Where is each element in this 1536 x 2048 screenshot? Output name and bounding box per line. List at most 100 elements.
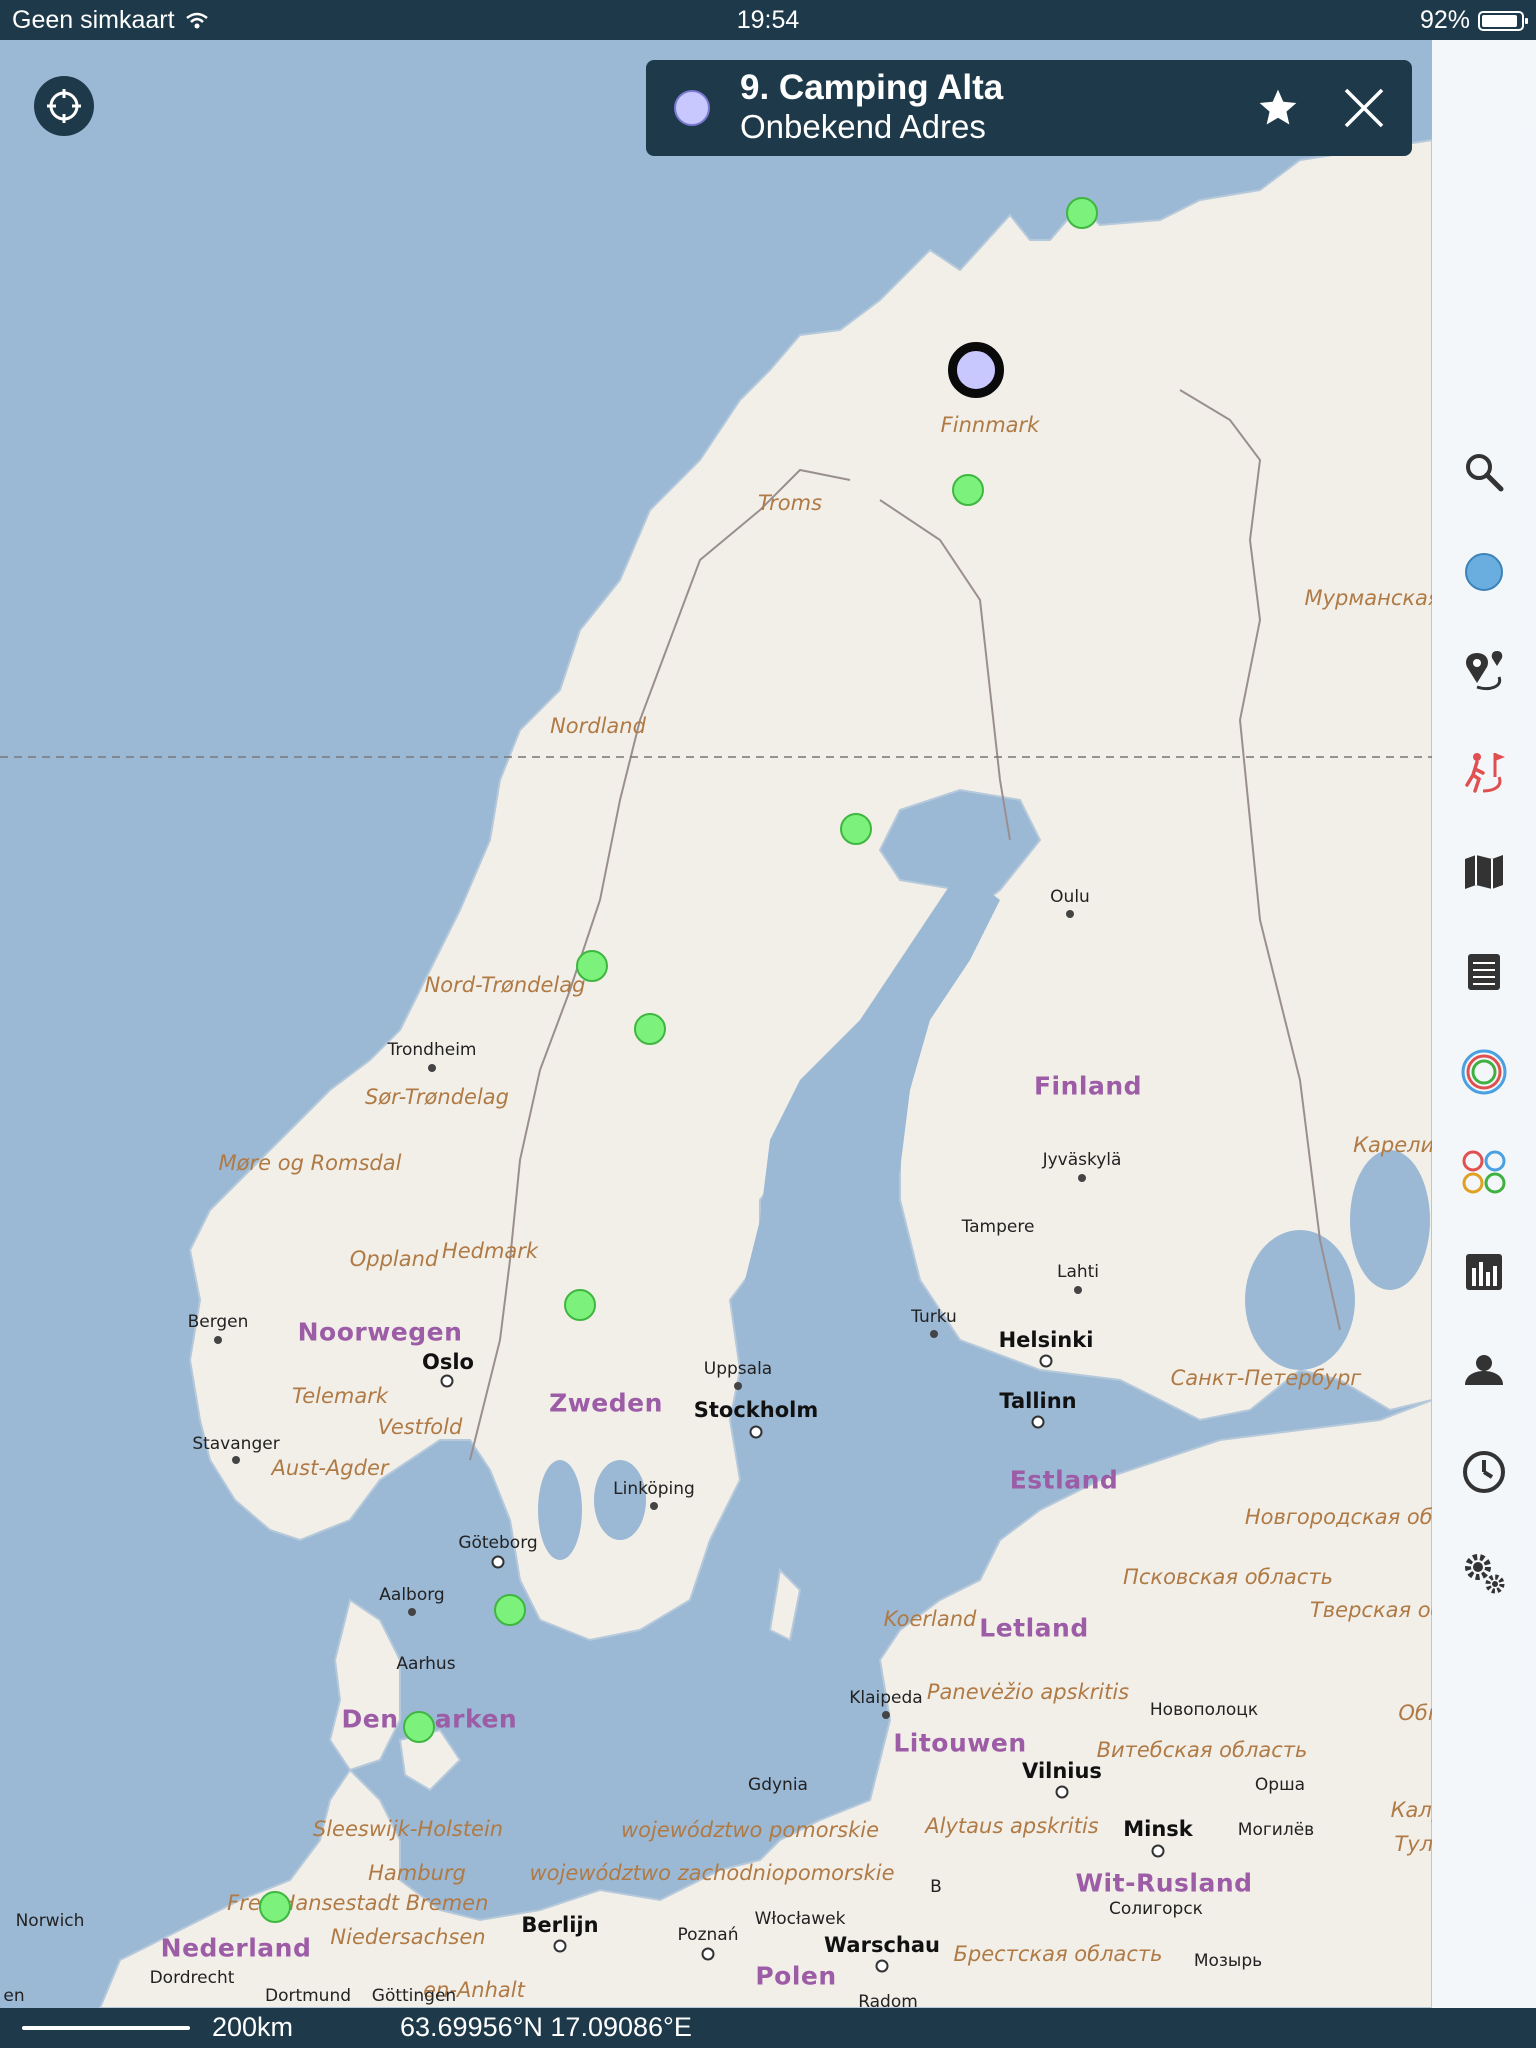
city-label: Göttingen: [371, 1986, 457, 2006]
capital-label: Minsk: [1123, 1817, 1193, 1841]
camping-marker[interactable]: [576, 950, 608, 982]
settings-button[interactable]: [1452, 1540, 1516, 1604]
battery-percent: 92%: [1419, 6, 1470, 34]
city-label: Gdynia: [748, 1775, 808, 1795]
city-label: Могилёв: [1237, 1820, 1315, 1840]
city-label: Włocławek: [754, 1909, 846, 1929]
poi-address: Onbekend Adres: [740, 108, 986, 145]
camping-marker-selected[interactable]: [948, 342, 1004, 398]
route-points-button[interactable]: [1452, 640, 1516, 704]
region-label: Panevėžio apskritis: [926, 1680, 1130, 1704]
city-label: Aarhus: [396, 1654, 456, 1674]
region-label: Alytaus apskritis: [925, 1814, 1099, 1838]
capital-dot: [491, 1555, 505, 1569]
city-label: Aalborg: [379, 1585, 445, 1605]
settings-icon: [1465, 1554, 1505, 1594]
locate-button[interactable]: [34, 76, 94, 136]
capital-dot: [553, 1939, 567, 1953]
camping-marker[interactable]: [840, 813, 872, 845]
region-label: Nordland: [550, 714, 646, 738]
country-label: Wit-Rusland: [1075, 1868, 1253, 1898]
region-label: Тверская область: [1309, 1598, 1432, 1622]
current-location-button[interactable]: [1452, 540, 1516, 604]
clock-icon: [1463, 1451, 1505, 1493]
region-label: Nord-Trøndelag: [424, 973, 586, 997]
city-dot: [1078, 1174, 1086, 1182]
location-dot-icon: [1465, 553, 1503, 591]
poi-info-card[interactable]: 9. Camping Alta Onbekend Adres: [646, 60, 1412, 156]
camping-marker[interactable]: [952, 474, 984, 506]
city-label: Солигорск: [1109, 1899, 1203, 1919]
capital-dot: [1151, 1844, 1165, 1858]
region-label: Vestfold: [377, 1415, 463, 1439]
city-label: Göteborg: [458, 1533, 538, 1553]
map-button[interactable]: [1452, 840, 1516, 904]
capital-dot: [749, 1425, 763, 1439]
region-label: Карелия: [1353, 1133, 1432, 1157]
region-label: Мурманская область: [1304, 586, 1432, 610]
hiking-icon: [1465, 753, 1505, 793]
list-icon: [1468, 954, 1500, 990]
close-icon: [1344, 88, 1384, 128]
capital-dot: [1055, 1785, 1069, 1799]
city-label: Uppsala: [703, 1359, 773, 1379]
tracks-button[interactable]: [1452, 1040, 1516, 1104]
camping-marker[interactable]: [403, 1711, 435, 1743]
region-label: województwo pomorskie: [620, 1818, 880, 1842]
capital-label: Vilnius: [1022, 1759, 1102, 1783]
search-button[interactable]: [1452, 440, 1516, 504]
region-label: Hansestadt Bremen: [279, 1891, 489, 1915]
map-view[interactable]: Finnmark Troms Nordland Nord-Trøndelag S…: [0, 40, 1432, 2008]
city-label: Jyväskylä: [1042, 1150, 1122, 1170]
region-label: Hamburg: [368, 1861, 466, 1885]
coordinates-readout: 63.69956°N 17.09086°E: [400, 2012, 692, 2042]
country-label: Nederland: [160, 1933, 312, 1963]
layers-button[interactable]: [1452, 1140, 1516, 1204]
city-label: Turku: [911, 1307, 957, 1327]
poi-marker-icon: [674, 90, 710, 126]
region-label: Hedmark: [441, 1239, 539, 1263]
city-label: Stavanger: [192, 1434, 280, 1454]
battery-fill: [1482, 14, 1517, 27]
chart-icon: [1466, 1254, 1502, 1290]
region-label: Sleeswijk-Holstein: [312, 1817, 504, 1841]
city-label: Radom: [858, 1992, 918, 2008]
history-button[interactable]: [1452, 1440, 1516, 1504]
region-label: Koerland: [883, 1607, 977, 1631]
city-label: B: [930, 1877, 942, 1897]
city-dot: [930, 1330, 938, 1338]
clock-text: 19:54: [736, 6, 800, 34]
city-dot: [1074, 1286, 1082, 1294]
person-icon: [1465, 1355, 1503, 1385]
battery-icon: [1478, 10, 1528, 31]
tracks-icon: [1461, 1049, 1507, 1095]
favorite-button[interactable]: [1250, 80, 1306, 136]
region-label: Витебская область: [1096, 1738, 1308, 1762]
camping-marker[interactable]: [634, 1013, 666, 1045]
city-dot: [1066, 910, 1074, 918]
region-label: Troms: [757, 491, 823, 515]
list-button[interactable]: [1452, 940, 1516, 1004]
bottom-bar: 200km 63.69956°N 17.09086°E: [0, 2008, 1536, 2048]
camping-marker[interactable]: [564, 1289, 596, 1321]
region-label: Новгородская область: [1244, 1505, 1432, 1529]
capital-dot: [875, 1959, 889, 1973]
scale-label: 200km: [212, 2012, 294, 2042]
region-label: Калужская об: [1390, 1798, 1432, 1822]
statistics-button[interactable]: [1452, 1240, 1516, 1304]
country-label: Zweden: [549, 1388, 663, 1418]
camping-marker[interactable]: [1066, 197, 1098, 229]
profile-button[interactable]: [1452, 1340, 1516, 1404]
region-label: Обн: [1398, 1701, 1432, 1725]
region-label: Niedersachsen: [330, 1925, 486, 1949]
map-icon: [1465, 855, 1503, 889]
camping-marker[interactable]: [259, 1891, 291, 1923]
region-label: Aust-Agder: [271, 1456, 389, 1480]
camping-marker[interactable]: [494, 1594, 526, 1626]
region-label: Fre: [227, 1891, 261, 1915]
capital-dot: [1031, 1415, 1045, 1429]
country-label: Finland: [1033, 1071, 1143, 1101]
hiking-route-button[interactable]: [1452, 740, 1516, 804]
capital-label: Oslo: [422, 1350, 474, 1374]
close-button[interactable]: [1336, 80, 1392, 136]
